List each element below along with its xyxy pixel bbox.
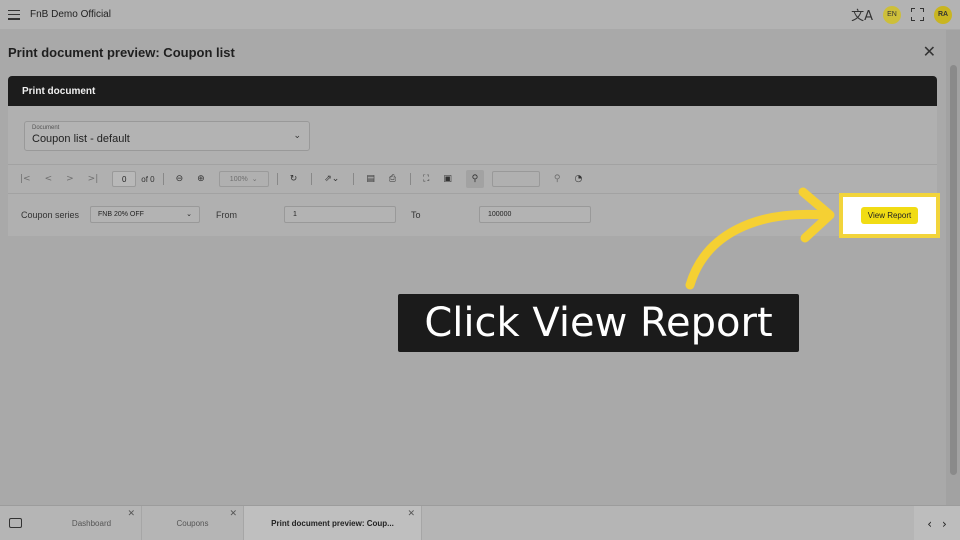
to-label: To — [411, 210, 421, 220]
top-bar: FnB Demo Official 文A EN RA — [0, 0, 960, 29]
language-badge[interactable]: EN — [883, 5, 901, 24]
close-icon[interactable]: ✕ — [407, 509, 415, 519]
close-icon[interactable]: ✕ — [127, 509, 135, 519]
zoom-in-icon[interactable]: ⊕ — [197, 174, 205, 184]
fullscreen-icon[interactable] — [911, 8, 924, 21]
print-icon[interactable]: ⎙ — [389, 174, 396, 184]
from-label: From — [216, 210, 237, 220]
scrollbar-thumb[interactable] — [950, 65, 957, 475]
tab-coupons[interactable]: Coupons ✕ — [142, 506, 244, 540]
search-input[interactable] — [491, 171, 540, 187]
translate-icon[interactable]: 文A — [851, 5, 873, 24]
page-title: Print document preview: Coupon list — [8, 45, 235, 60]
page-count: of 0 — [141, 174, 155, 184]
zoom-select[interactable]: 100% ⌄ — [218, 171, 269, 187]
scrollbar[interactable] — [946, 30, 960, 505]
chevron-down-icon: ⌄ — [186, 210, 192, 218]
tab-dashboard[interactable]: Dashboard ✕ — [42, 506, 142, 540]
tab-bar: Dashboard ✕ Coupons ✕ Print document pre… — [0, 505, 960, 540]
document-select[interactable]: Document Coupon list - default ⌄ — [24, 121, 310, 151]
panel-header: Print document — [8, 76, 937, 106]
speed-icon[interactable]: ◔ — [574, 174, 582, 184]
tabs-panel-icon[interactable] — [9, 518, 22, 528]
filter-icon[interactable]: ⚲ — [465, 170, 484, 188]
zoom-value: 100% — [229, 175, 248, 183]
instruction-callout: Click View Report — [398, 294, 799, 352]
tab-print-preview[interactable]: Print document preview: Coup... ✕ — [244, 506, 422, 540]
document-icon[interactable]: ▤ — [366, 174, 375, 184]
refresh-icon[interactable]: ↻ — [290, 174, 298, 184]
divider — [311, 173, 313, 185]
tab-label: Dashboard — [71, 519, 112, 528]
divider — [276, 173, 278, 185]
chevron-right-icon[interactable]: › — [942, 517, 947, 531]
callout-text: Click View Report — [424, 300, 773, 346]
view-report-button[interactable]: View Report — [860, 207, 919, 224]
divider — [410, 173, 412, 185]
next-page-icon[interactable]: > — [66, 174, 74, 184]
app-title: FnB Demo Official — [30, 9, 111, 20]
arrow-annotation — [685, 187, 835, 290]
zoom-out-icon[interactable]: ⊖ — [176, 174, 184, 184]
coupon-series-label: Coupon series — [21, 210, 80, 220]
chevron-down-icon: ⌄ — [251, 176, 258, 183]
export-icon[interactable]: ⇗⌄ — [324, 174, 339, 184]
from-input[interactable]: 1 — [284, 206, 396, 223]
coupon-series-select[interactable]: FNB 20% OFF ⌄ — [90, 206, 200, 223]
divider — [162, 173, 164, 185]
first-page-icon[interactable]: |< — [20, 174, 31, 184]
search-icon[interactable]: ⚲ — [554, 174, 561, 184]
avatar[interactable]: RA — [934, 5, 952, 24]
chevron-left-icon[interactable]: ‹ — [927, 517, 932, 531]
last-page-icon[interactable]: >| — [88, 174, 99, 184]
panel-title: Print document — [22, 85, 96, 97]
chevron-down-icon: ⌄ — [293, 131, 301, 141]
page-number-input[interactable]: 0 — [112, 171, 137, 187]
fit-page-icon[interactable]: ⛶ — [423, 174, 429, 184]
menu-icon[interactable] — [8, 9, 20, 20]
document-label: Document — [32, 125, 60, 131]
coupon-series-value: FNB 20% OFF — [98, 211, 144, 218]
tab-label: Print document preview: Coup... — [271, 519, 394, 528]
divider — [353, 173, 355, 185]
view-report-highlight: View Report — [839, 193, 940, 238]
funnel-icon: ⚲ — [471, 174, 479, 184]
prev-page-icon[interactable]: < — [45, 174, 53, 184]
document-value: Coupon list - default — [32, 133, 130, 145]
close-icon[interactable]: ✕ — [923, 42, 936, 61]
tab-navigation: ‹ › — [914, 506, 960, 540]
to-input[interactable]: 100000 — [479, 206, 591, 223]
top-right-actions: 文A EN RA — [851, 5, 952, 24]
close-icon[interactable]: ✕ — [229, 509, 237, 519]
page-setup-icon[interactable]: ▣ — [443, 174, 452, 184]
tab-label: Coupons — [176, 519, 209, 528]
